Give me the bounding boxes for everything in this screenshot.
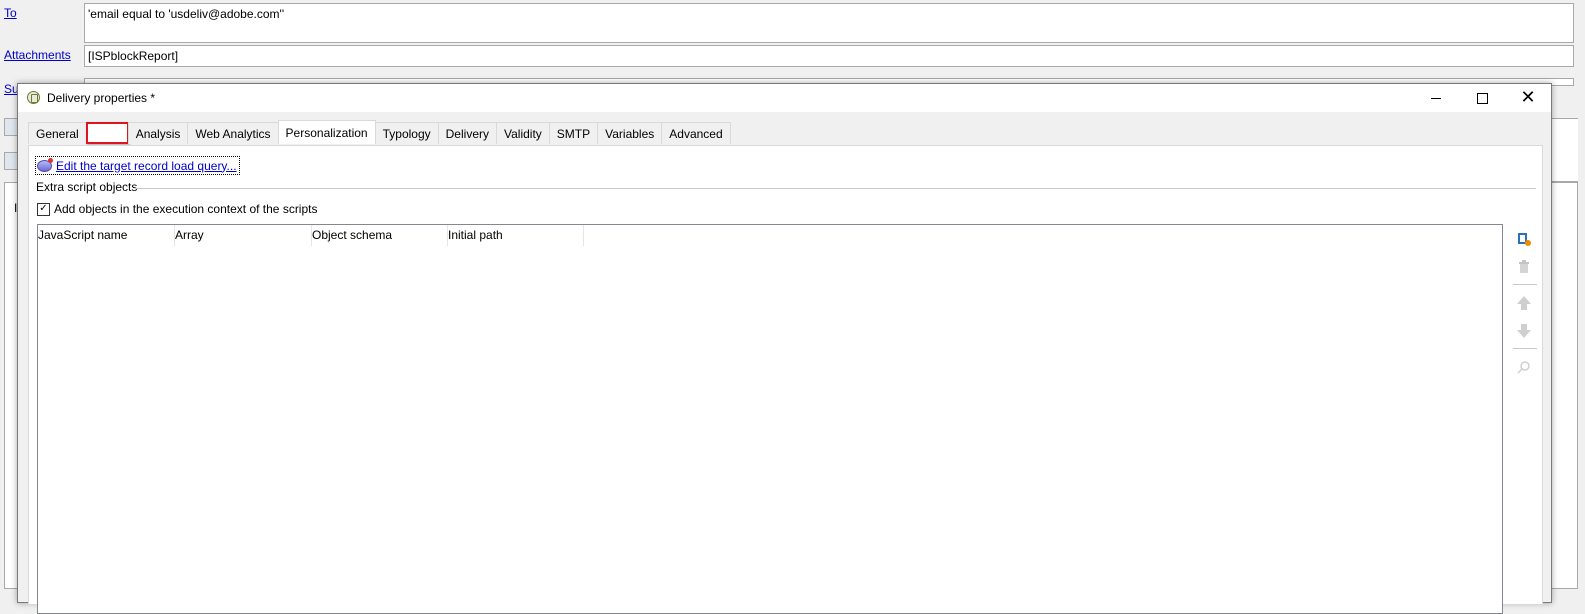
tab-typology[interactable]: Typology <box>374 122 439 144</box>
tab-advanced[interactable]: Advanced <box>661 122 731 144</box>
close-icon: ✕ <box>1520 87 1536 108</box>
arrow-down-icon <box>1517 324 1531 338</box>
tab-personalization[interactable]: Personalization <box>277 120 376 144</box>
right-edge <box>1552 118 1578 182</box>
arrow-up-icon <box>1517 296 1531 310</box>
delivery-properties-dialog: Delivery properties * ✕ General Analysis… <box>17 83 1552 614</box>
edit-query-label: Edit the target record load query... <box>56 158 237 173</box>
tab-web-analytics[interactable]: Web Analytics <box>187 122 279 144</box>
dialog-title: Delivery properties * <box>47 91 156 105</box>
minimize-button[interactable] <box>1413 84 1459 112</box>
move-down-button[interactable] <box>1515 322 1533 340</box>
column-initial-path[interactable]: Initial path <box>448 225 584 246</box>
add-icon <box>1518 233 1531 246</box>
search-icon <box>1517 361 1530 374</box>
add-objects-checkbox[interactable]: ✓ <box>37 202 50 216</box>
add-objects-checkbox-row[interactable]: ✓ Add objects in the execution context o… <box>37 202 317 216</box>
trash-icon <box>1519 260 1529 273</box>
add-objects-label: Add objects in the execution context of … <box>54 202 318 216</box>
search-button[interactable] <box>1515 358 1533 376</box>
tab-bar: General Analysis Web Analytics Personali… <box>28 120 731 145</box>
attachments-link[interactable]: Attachments <box>4 48 71 62</box>
tab-analysis[interactable]: Analysis <box>127 122 189 144</box>
script-objects-grid[interactable]: JavaScript name Array Object schema Init… <box>37 224 1503 614</box>
maximize-icon <box>1476 92 1488 104</box>
group-label: Extra script objects <box>36 180 138 194</box>
move-up-button[interactable] <box>1515 294 1533 312</box>
tab-smtp[interactable]: SMTP <box>548 122 599 144</box>
toolbar-divider-2 <box>1513 348 1537 349</box>
toolbar-icon-2[interactable] <box>4 152 18 170</box>
tab-general[interactable]: General <box>28 122 87 144</box>
dialog-titlebar[interactable]: Delivery properties * ✕ <box>18 84 1551 112</box>
attachments-field-value: [ISPblockReport] <box>88 49 179 63</box>
maximize-button[interactable] <box>1459 84 1505 112</box>
toolbar-icon[interactable] <box>4 118 18 136</box>
to-link[interactable]: To <box>4 6 17 20</box>
tab-validity[interactable]: Validity <box>495 122 550 144</box>
personalization-panel: Edit the target record load query... Ext… <box>28 145 1543 614</box>
group-divider <box>135 188 1536 189</box>
column-object-schema[interactable]: Object schema <box>312 225 448 246</box>
add-button[interactable] <box>1515 230 1533 248</box>
close-button[interactable]: ✕ <box>1505 84 1551 112</box>
to-field[interactable]: 'email equal to 'usdeliv@adobe.com'' <box>84 3 1574 43</box>
delete-button[interactable] <box>1515 258 1533 276</box>
column-array[interactable]: Array <box>175 225 312 246</box>
toolbar-divider <box>1513 284 1537 285</box>
tab-delivery[interactable]: Delivery <box>437 122 497 144</box>
query-icon <box>37 157 53 172</box>
minimize-icon <box>1431 97 1441 99</box>
attachments-field[interactable]: [ISPblockReport] <box>84 45 1574 67</box>
delivery-icon <box>27 91 40 104</box>
to-field-value: 'email equal to 'usdeliv@adobe.com'' <box>88 7 285 21</box>
tab-variables[interactable]: Variables <box>597 122 663 144</box>
column-javascript-name[interactable]: JavaScript name <box>38 225 175 246</box>
grid-header: JavaScript name Array Object schema Init… <box>38 225 584 247</box>
tab-highlighted-blank[interactable] <box>85 122 129 144</box>
edit-query-link[interactable]: Edit the target record load query... <box>35 156 240 175</box>
